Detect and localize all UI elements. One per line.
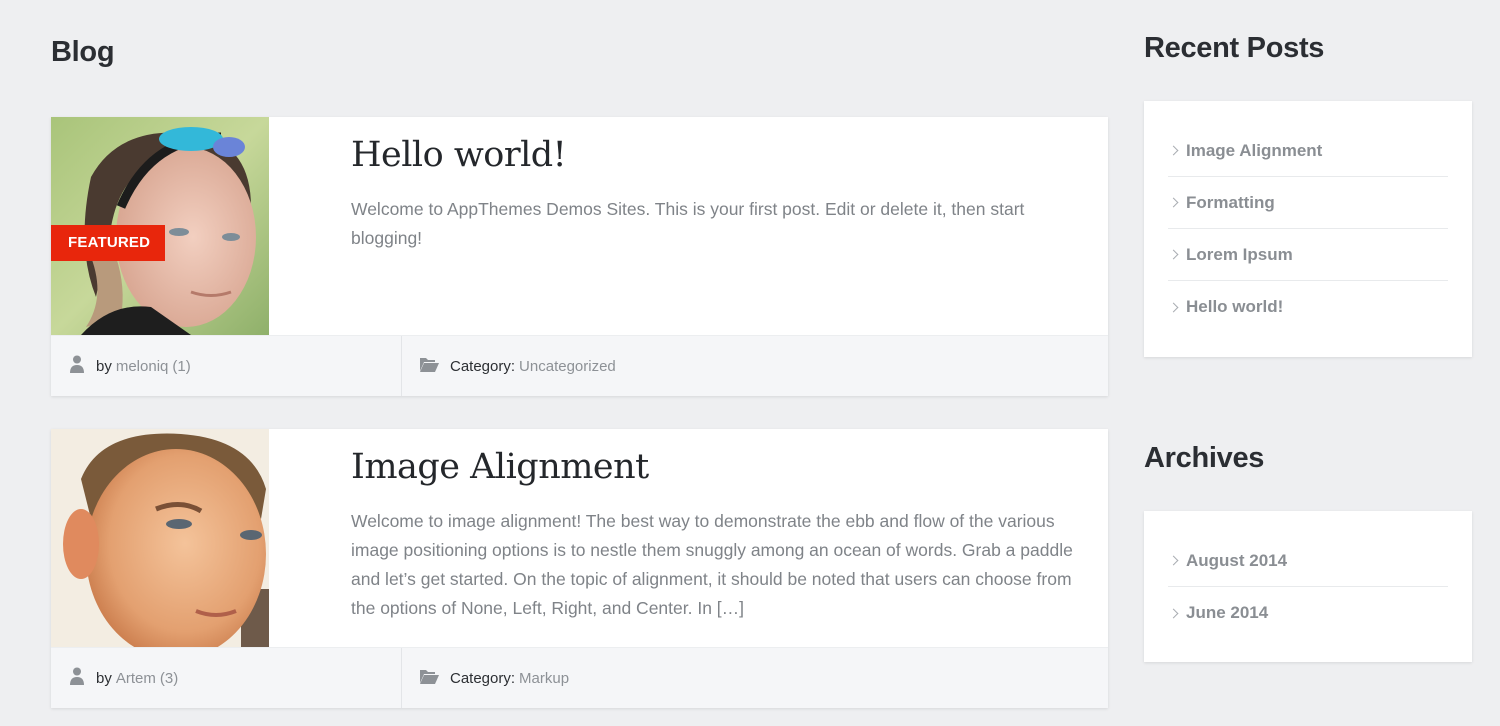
recent-posts-widget: Image Alignment Formatting Lorem Ipsum H… (1144, 101, 1472, 357)
recent-post-link[interactable]: Formatting (1168, 177, 1448, 229)
archive-link[interactable]: August 2014 (1168, 535, 1448, 587)
category-link[interactable]: Uncategorized (519, 358, 616, 375)
post-meta: by Artem (3) Category: Markup (51, 647, 1108, 708)
author-link[interactable]: Artem (116, 670, 156, 687)
recent-post-label: Formatting (1186, 192, 1275, 212)
post-author: by meloniq (1) (51, 336, 402, 396)
post-card: Image Alignment Welcome to image alignme… (51, 429, 1108, 708)
chevron-right-icon (1168, 608, 1179, 618)
author-link[interactable]: meloniq (116, 358, 169, 375)
archives-widget: August 2014 June 2014 (1144, 511, 1472, 662)
user-icon (69, 355, 85, 377)
post-card: FEATURED Hello world! Welcome to AppThem… (51, 117, 1108, 396)
chevron-right-icon (1168, 249, 1179, 260)
recent-post-link[interactable]: Lorem Ipsum (1168, 229, 1448, 281)
recent-post-label: Image Alignment (1186, 140, 1323, 160)
chevron-right-icon (1168, 145, 1179, 156)
archive-link[interactable]: June 2014 (1168, 587, 1448, 639)
post-thumbnail[interactable] (51, 429, 269, 647)
chevron-right-icon (1168, 555, 1179, 566)
category-label: Category: (450, 669, 516, 687)
folder-open-icon (420, 357, 439, 376)
recent-post-label: Lorem Ipsum (1186, 244, 1293, 264)
page-title: Blog (51, 36, 115, 68)
recent-post-label: Hello world! (1186, 297, 1284, 316)
chevron-right-icon (1168, 197, 1179, 208)
archives-title: Archives (1144, 442, 1265, 474)
chevron-right-icon (1168, 302, 1179, 312)
post-excerpt: Welcome to image alignment! The best way… (351, 511, 1073, 618)
user-icon (69, 667, 85, 689)
post-excerpt: Welcome to AppThemes Demos Sites. This i… (351, 199, 1025, 248)
author-post-count: (1) (172, 357, 191, 375)
post-category: Category: Markup (403, 648, 569, 708)
post-author: by Artem (3) (51, 648, 402, 708)
author-prefix: by (96, 669, 112, 687)
post-category: Category: Uncategorized (403, 336, 616, 396)
post-title-link[interactable]: Image Alignment (351, 447, 649, 487)
author-post-count: (3) (159, 669, 179, 687)
post-meta: by meloniq (1) Category: Uncategorized (51, 335, 1108, 396)
post-thumbnail[interactable]: FEATURED (51, 117, 269, 335)
post-title-link[interactable]: Hello world! (351, 135, 567, 175)
category-link[interactable]: Markup (519, 670, 569, 687)
archive-label: August 2014 (1186, 550, 1288, 570)
archive-label: June 2014 (1186, 603, 1269, 622)
featured-badge: FEATURED (51, 225, 165, 261)
author-prefix: by (96, 357, 112, 375)
recent-posts-title: Recent Posts (1144, 32, 1325, 64)
category-label: Category: (450, 357, 516, 375)
folder-open-icon (420, 669, 439, 688)
recent-post-link[interactable]: Image Alignment (1168, 125, 1448, 177)
recent-post-link[interactable]: Hello world! (1168, 281, 1448, 333)
post-thumbnail-image (51, 429, 269, 647)
